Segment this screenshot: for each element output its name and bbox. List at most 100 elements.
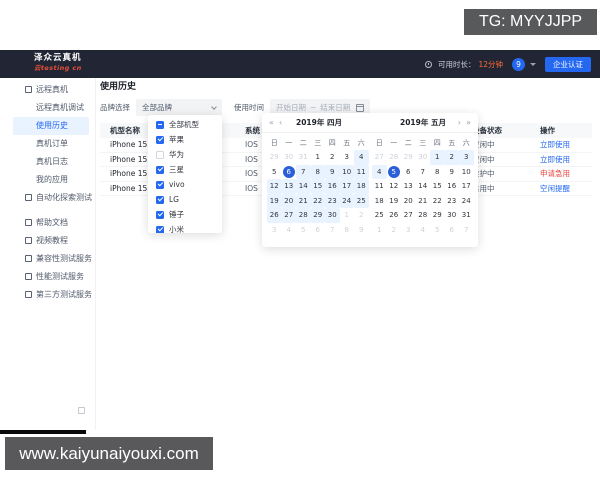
action-link-申请急用[interactable]: 申请急用 (540, 167, 570, 181)
date-cell[interactable]: 30 (416, 150, 431, 165)
date-cell[interactable]: 2 (354, 208, 369, 223)
sidebar-item-自动化探索测试[interactable]: 自动化探索测试 (0, 189, 95, 207)
date-cell[interactable]: 30 (325, 208, 340, 223)
sidebar-item-远程真机调试[interactable]: 远程真机调试 (0, 99, 95, 117)
date-cell[interactable]: 4 (416, 223, 431, 238)
date-cell[interactable]: 3 (459, 150, 474, 165)
date-cell[interactable]: 31 (296, 150, 311, 165)
checkbox-checked-icon[interactable] (156, 180, 164, 189)
date-cell[interactable]: 7 (296, 164, 311, 179)
date-cell[interactable]: 14 (296, 179, 311, 194)
date-cell[interactable]: 4 (282, 223, 297, 238)
checkbox-checked-icon[interactable] (156, 135, 164, 144)
date-cell[interactable]: 11 (372, 179, 387, 194)
sidebar-item-第三方测试服务[interactable]: 第三方测试服务 (0, 286, 95, 304)
date-cell[interactable]: 29 (401, 150, 416, 165)
date-cell[interactable]: 14 (416, 179, 431, 194)
date-cell[interactable]: 5 (267, 165, 282, 180)
date-cell[interactable]: 24 (339, 193, 354, 208)
brand-option-LG[interactable]: LG (148, 192, 222, 207)
date-cell[interactable]: 13 (281, 179, 296, 194)
sidebar-item-我的应用[interactable]: 我的应用 (0, 171, 95, 189)
brand-option-苹果[interactable]: 苹果 (148, 132, 222, 147)
date-cell[interactable]: 12 (387, 179, 402, 194)
date-cell[interactable]: 15 (430, 179, 445, 194)
date-cell[interactable]: 28 (387, 150, 402, 165)
next-year-icon[interactable]: » (466, 113, 471, 133)
date-cell[interactable]: 7 (325, 223, 340, 238)
checkbox-checked-icon[interactable] (156, 225, 164, 233)
sidebar-item-远程真机[interactable]: 远程真机 (0, 81, 95, 99)
avatar[interactable]: 9 (512, 57, 525, 71)
sidebar-item-视频教程[interactable]: 视频教程 (0, 232, 95, 250)
action-link-立即使用[interactable]: 立即使用 (540, 153, 570, 167)
date-cell[interactable]: 4 (372, 164, 387, 179)
date-cell[interactable]: 25 (372, 208, 387, 223)
date-cell[interactable]: 8 (430, 165, 445, 180)
date-cell[interactable]: 1 (430, 150, 445, 165)
brand-option-vivo[interactable]: vivo (148, 177, 222, 192)
date-cell[interactable]: 1 (340, 208, 355, 223)
checkbox-unchecked-icon[interactable] (156, 150, 164, 159)
date-cell[interactable]: 24 (459, 194, 474, 209)
date-cell[interactable]: 30 (445, 208, 460, 223)
next-month-icon[interactable]: › (458, 113, 461, 133)
brand-option-三星[interactable]: 三星 (148, 162, 222, 177)
date-cell[interactable]: 22 (310, 193, 325, 208)
chevron-down-icon[interactable] (530, 62, 536, 66)
date-cell[interactable]: 25 (354, 193, 369, 208)
date-cell[interactable]: 26 (267, 208, 282, 223)
date-cell[interactable]: 18 (354, 179, 369, 194)
sidebar-item-真机订单[interactable]: 真机订单 (0, 135, 95, 153)
date-cell[interactable]: 7 (459, 223, 474, 238)
date-cell[interactable]: 19 (267, 193, 282, 208)
date-cell[interactable]: 6 (445, 223, 460, 238)
date-cell[interactable]: 9 (445, 165, 460, 180)
collapse-sidebar-icon[interactable] (78, 407, 85, 414)
date-cell[interactable]: 16 (445, 179, 460, 194)
date-cell[interactable]: 10 (339, 164, 354, 179)
sidebar-item-性能测试服务[interactable]: 性能测试服务 (0, 268, 95, 286)
checkbox-checked-icon[interactable] (156, 195, 164, 204)
date-cell[interactable]: 10 (459, 165, 474, 180)
date-cell[interactable]: 21 (296, 193, 311, 208)
action-link-空闲提醒[interactable]: 空闲提醒 (540, 182, 570, 196)
date-cell[interactable]: 27 (401, 208, 416, 223)
date-cell[interactable]: 1 (372, 223, 387, 238)
date-cell[interactable]: 11 (354, 164, 369, 179)
sidebar-item-真机日志[interactable]: 真机日志 (0, 153, 95, 171)
date-cell[interactable]: 16 (325, 179, 340, 194)
brand-option-全部机型[interactable]: 全部机型 (148, 117, 222, 132)
date-cell[interactable]: 29 (430, 208, 445, 223)
checkbox-checked-icon[interactable] (156, 210, 164, 219)
date-cell[interactable]: 17 (459, 179, 474, 194)
date-cell[interactable]: 27 (281, 208, 296, 223)
date-cell[interactable]: 3 (340, 150, 355, 165)
date-cell[interactable]: 29 (267, 150, 282, 165)
date-cell[interactable]: 9 (325, 164, 340, 179)
date-cell[interactable]: 2 (325, 150, 340, 165)
date-cell[interactable]: 1 (311, 150, 326, 165)
date-cell[interactable]: 26 (387, 208, 402, 223)
date-cell-selected[interactable]: 5 (387, 165, 402, 180)
brand-option-锤子[interactable]: 锤子 (148, 207, 222, 222)
date-cell[interactable]: 2 (444, 150, 459, 165)
date-cell[interactable]: 4 (354, 150, 369, 165)
brand-option-华为[interactable]: 华为 (148, 147, 222, 162)
date-cell[interactable]: 28 (296, 208, 311, 223)
date-cell[interactable]: 18 (372, 194, 387, 209)
date-cell[interactable]: 6 (401, 165, 416, 180)
date-cell[interactable]: 5 (296, 223, 311, 238)
date-cell[interactable]: 13 (401, 179, 416, 194)
date-cell[interactable]: 30 (282, 150, 297, 165)
date-cell[interactable]: 3 (401, 223, 416, 238)
date-cell-selected[interactable]: 6 (282, 165, 297, 180)
date-cell[interactable]: 3 (267, 223, 282, 238)
brand-select[interactable]: 全部品牌 (136, 99, 222, 116)
date-cell[interactable]: 31 (459, 208, 474, 223)
date-cell[interactable]: 19 (387, 194, 402, 209)
date-cell[interactable]: 12 (267, 179, 282, 194)
checkbox-checked-icon[interactable] (156, 165, 164, 174)
sidebar-item-使用历史[interactable]: 使用历史 (13, 117, 89, 135)
checkbox-indeterminate-icon[interactable] (156, 120, 164, 129)
